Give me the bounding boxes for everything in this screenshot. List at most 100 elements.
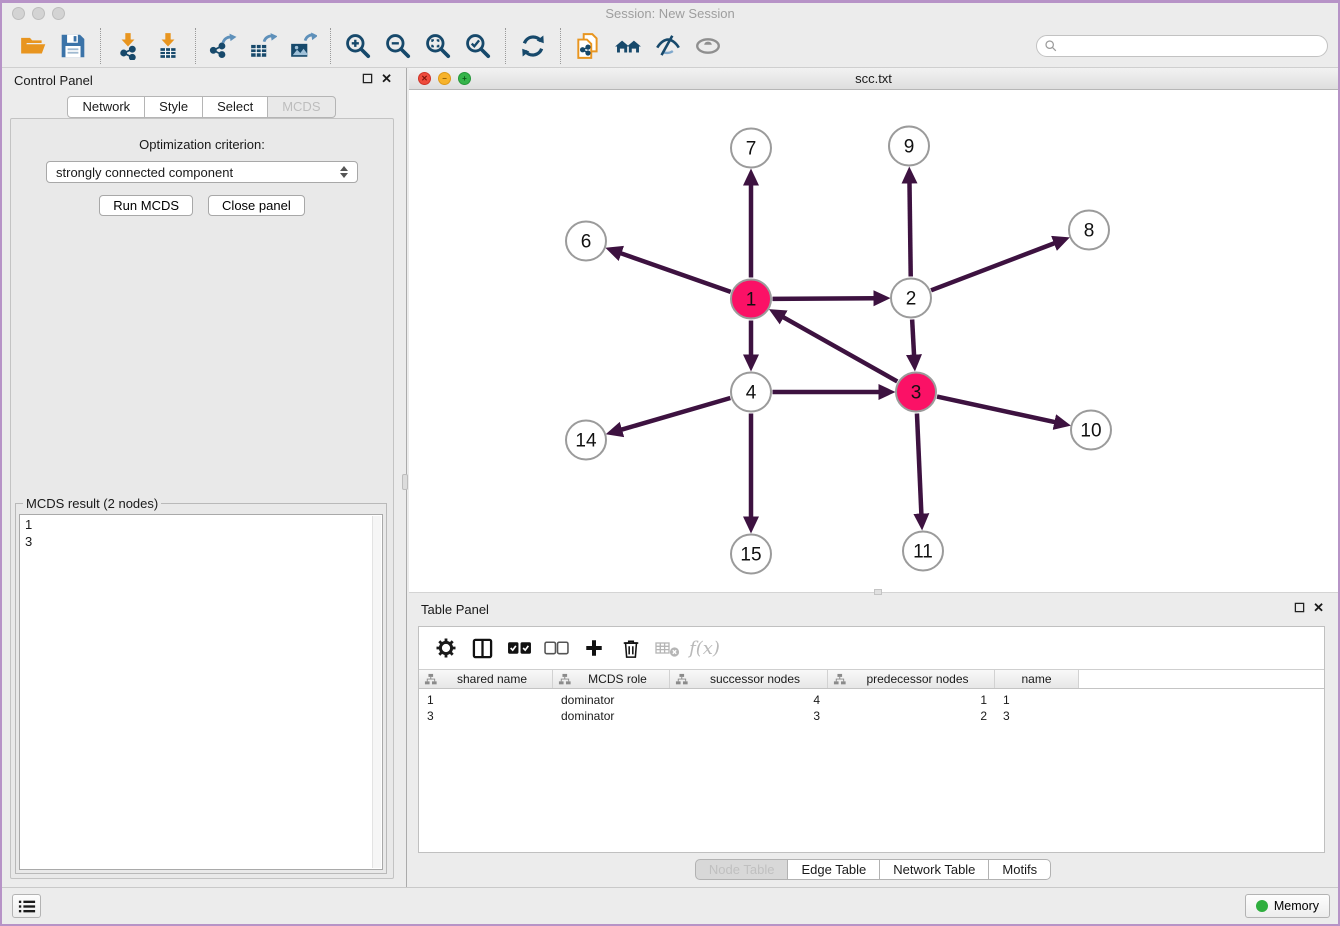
node-9[interactable]: 9 (889, 127, 929, 166)
node-7[interactable]: 7 (731, 129, 771, 168)
node-label: 1 (746, 290, 757, 311)
node-14[interactable]: 14 (566, 421, 606, 460)
table-cell[interactable]: 3 (995, 709, 1079, 723)
hide-details-icon[interactable] (650, 28, 686, 64)
node-1[interactable]: 1 (731, 280, 771, 319)
export-network-icon[interactable] (205, 28, 241, 64)
home-icon[interactable] (610, 28, 646, 64)
select-all-icon[interactable] (501, 632, 538, 664)
column-type-icon (424, 673, 437, 686)
column-header-successor-nodes[interactable]: successor nodes (670, 670, 828, 688)
float-panel-icon[interactable] (362, 73, 373, 84)
memory-button[interactable]: Memory (1245, 894, 1330, 918)
duplicate-network-icon[interactable] (570, 28, 606, 64)
close-panel-button[interactable]: Close panel (208, 195, 305, 216)
node-label: 8 (1084, 221, 1095, 242)
network-close-icon[interactable]: ✕ (418, 72, 431, 85)
network-title: scc.txt (409, 68, 1338, 90)
minimize-window-icon[interactable] (32, 7, 45, 20)
splitter-handle[interactable] (402, 474, 408, 490)
export-table-icon[interactable] (245, 28, 281, 64)
edge-1-6[interactable] (620, 253, 731, 292)
search-input[interactable] (1062, 39, 1320, 54)
column-header-predecessor-nodes[interactable]: predecessor nodes (828, 670, 995, 688)
table-row[interactable]: 3dominator323 (419, 708, 1324, 724)
network-minimize-icon[interactable]: − (438, 72, 451, 85)
refresh-icon[interactable] (515, 28, 551, 64)
edge-2-3[interactable] (912, 319, 914, 356)
split-view-icon[interactable] (464, 632, 501, 664)
delete-entry-icon[interactable] (612, 632, 649, 664)
optimization-select[interactable]: strongly connected component (46, 161, 358, 183)
close-table-panel-icon[interactable]: ✕ (1313, 602, 1324, 613)
zoom-in-icon[interactable] (340, 28, 376, 64)
tab-network-table[interactable]: Network Table (879, 859, 989, 880)
column-header-name[interactable]: name (995, 670, 1079, 688)
splitter-handle[interactable] (874, 589, 882, 595)
add-entry-icon[interactable] (575, 632, 612, 664)
table-row[interactable]: 1dominator411 (419, 692, 1324, 708)
edge-3-1[interactable] (782, 317, 897, 382)
table-cell[interactable]: 1 (828, 693, 995, 707)
float-table-panel-icon[interactable] (1294, 602, 1305, 613)
save-session-icon[interactable] (55, 28, 91, 64)
network-canvas[interactable]: 7 9 6 8 1 2 4 3 14 10 15 11 (409, 90, 1338, 592)
scrollbar-track[interactable] (372, 516, 381, 868)
mcds-panel: Optimization criterion: strongly connect… (10, 118, 394, 879)
table-cell[interactable]: dominator (553, 709, 670, 723)
run-mcds-button[interactable]: Run MCDS (99, 195, 193, 216)
zoom-out-icon[interactable] (380, 28, 416, 64)
search-field[interactable] (1036, 35, 1328, 57)
edge-4-14[interactable] (621, 398, 731, 430)
edge-2-9[interactable] (909, 182, 910, 277)
mcds-result-text[interactable]: 1 3 (19, 514, 383, 870)
edge-3-11[interactable] (917, 413, 921, 515)
table-cell[interactable]: 4 (670, 693, 828, 707)
maximize-window-icon[interactable] (52, 7, 65, 20)
delete-table-icon (649, 632, 686, 664)
column-header-MCDS-role[interactable]: MCDS role (553, 670, 670, 688)
edge-1-2[interactable] (772, 298, 875, 299)
deselect-all-icon[interactable] (538, 632, 575, 664)
open-session-icon[interactable] (15, 28, 51, 64)
tab-edge-table[interactable]: Edge Table (787, 859, 880, 880)
zoom-fit-icon[interactable] (420, 28, 456, 64)
node-8[interactable]: 8 (1069, 211, 1109, 250)
zoom-selected-icon[interactable] (460, 28, 496, 64)
edge-2-8[interactable] (931, 243, 1055, 290)
tab-network[interactable]: Network (67, 96, 145, 118)
tab-node-table[interactable]: Node Table (695, 859, 789, 880)
node-11[interactable]: 11 (903, 532, 943, 571)
table-cell[interactable]: 3 (419, 709, 553, 723)
table-cell[interactable]: 1 (995, 693, 1079, 707)
close-window-icon[interactable] (12, 7, 25, 20)
show-details-icon[interactable] (690, 28, 726, 64)
tab-mcds[interactable]: MCDS (267, 96, 335, 118)
node-3[interactable]: 3 (896, 373, 936, 412)
node-6[interactable]: 6 (566, 222, 606, 261)
table-cell[interactable]: 2 (828, 709, 995, 723)
node-label: 15 (740, 545, 761, 566)
tab-select[interactable]: Select (202, 96, 268, 118)
node-2[interactable]: 2 (891, 279, 931, 318)
node-15[interactable]: 15 (731, 535, 771, 574)
export-image-icon[interactable] (285, 28, 321, 64)
tab-style[interactable]: Style (144, 96, 203, 118)
table-cell[interactable]: dominator (553, 693, 670, 707)
settings-icon[interactable] (427, 632, 464, 664)
app-titlebar: Session: New Session (2, 3, 1338, 24)
network-maximize-icon[interactable]: + (458, 72, 471, 85)
task-history-button[interactable] (12, 894, 41, 918)
edge-3-10[interactable] (937, 397, 1056, 423)
close-panel-icon[interactable]: ✕ (381, 73, 392, 84)
tab-motifs[interactable]: Motifs (988, 859, 1051, 880)
table-cell[interactable]: 1 (419, 693, 553, 707)
column-header-shared-name[interactable]: shared name (419, 670, 553, 688)
import-table-icon[interactable] (150, 28, 186, 64)
import-network-icon[interactable] (110, 28, 146, 64)
node-10[interactable]: 10 (1071, 411, 1111, 450)
node-4[interactable]: 4 (731, 373, 771, 412)
vertical-splitter[interactable] (402, 68, 409, 887)
table-cell[interactable]: 3 (670, 709, 828, 723)
network-graph[interactable]: 7 9 6 8 1 2 4 3 14 10 15 11 (409, 90, 1338, 591)
